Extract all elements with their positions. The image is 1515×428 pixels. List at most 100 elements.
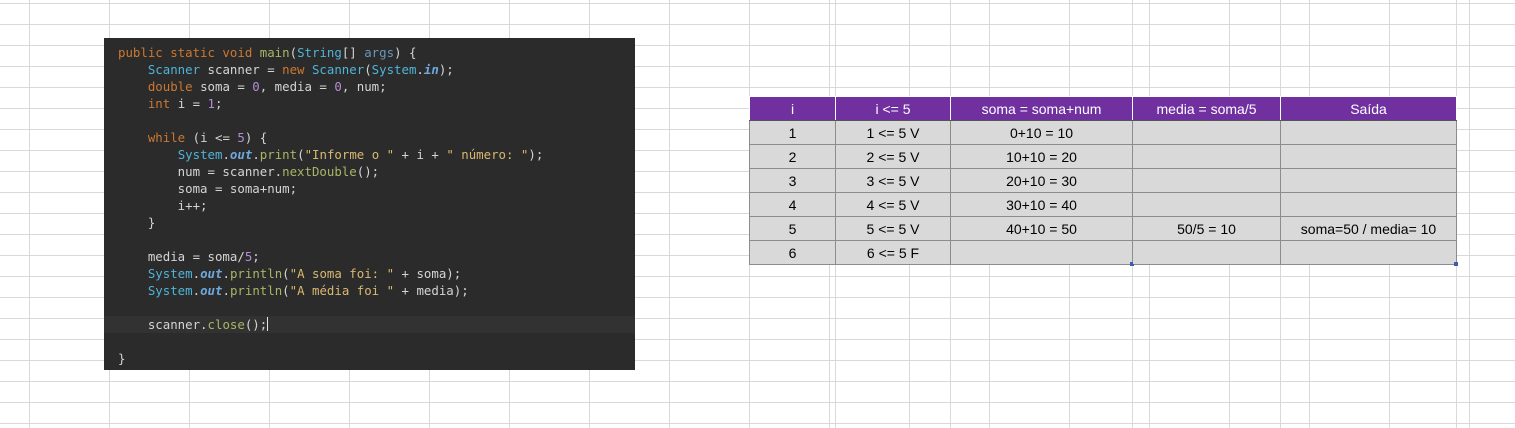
code-token: 0 [334,79,342,94]
code-token: ( [282,283,290,298]
code-token: int [147,96,178,111]
code-line: media = soma/5; [104,248,635,265]
header-cell-media[interactable]: media = soma/5 [1132,96,1281,121]
code-token: ( [289,45,298,60]
code-token: . [222,283,230,298]
cell-condition[interactable]: 1 <= 5 V [835,120,951,145]
cell-soma[interactable]: 10+10 = 20 [950,144,1133,169]
code-line: System.out.println("A soma foi: " + soma… [104,265,635,282]
cell-saida[interactable] [1280,120,1457,145]
code-token: . [222,266,230,281]
code-token: } [118,351,126,366]
cell-saida[interactable] [1280,144,1457,169]
code-token: 0 [252,79,260,94]
code-token: ( [282,266,290,281]
code-token: i = [177,96,208,111]
header-cell-soma[interactable]: soma = soma+num [950,96,1133,121]
code-token: soma = [200,79,253,94]
code-token: out [200,283,223,298]
code-token: . [192,283,201,298]
cell-media[interactable] [1132,144,1281,169]
text-caret [267,317,269,331]
table-row: 55 <= 5 V 40+10 = 50 50/5 = 10 soma=50 / me… [749,216,1457,241]
cell-i[interactable]: 4 [749,192,836,217]
cell-i[interactable]: 1 [749,120,836,145]
header-row: i i <= 5 soma = soma+num media = soma/5 … [749,96,1457,121]
code-line: scanner.close(); [104,316,635,333]
code-token: "Informe o " [304,147,395,162]
cell-i[interactable]: 2 [749,144,836,169]
code-token: "A média foi " [289,283,395,298]
cell-i[interactable]: 3 [749,168,836,193]
cell-saida[interactable] [1280,240,1458,266]
code-token: in [423,62,439,77]
code-token: println [229,266,283,281]
code-line: soma = soma+num; [104,180,635,197]
code-token: new [282,62,312,77]
code-token: . [252,147,260,162]
header-cell-i[interactable]: i [749,96,836,121]
code-token: args [364,45,395,60]
code-token: ; [215,96,223,111]
cell-condition[interactable]: 5 <= 5 V [835,216,951,241]
cell-soma[interactable] [950,240,1134,266]
code-token: ) { [244,130,268,145]
code-token: print [259,147,298,162]
code-token: 1 [207,96,215,111]
code-line: System.out.println("A média foi " + medi… [104,282,635,299]
code-token: , num; [341,79,387,94]
code-image: public static void main(String[] args) {… [104,38,635,370]
code-token: media = soma/ [118,249,245,264]
cell-soma[interactable]: 0+10 = 10 [950,120,1133,145]
cell-media[interactable] [1132,168,1281,193]
cell-condition[interactable]: 2 <= 5 V [835,144,951,169]
code-token: out [229,147,253,162]
code-token: i++; [118,198,208,213]
code-token: " número: " [446,147,529,162]
code-token: . [416,62,424,77]
code-token: . [222,147,230,162]
cell-media[interactable] [1132,192,1281,217]
code-token: ( [297,147,305,162]
cell-i[interactable]: 6 [749,240,836,265]
code-token: ( [364,62,372,77]
cell-media[interactable] [1132,240,1281,265]
cell-saida[interactable] [1280,168,1457,193]
cell-condition[interactable]: 6 <= 5 F [835,240,951,265]
code-token: ; [252,249,260,264]
code-token: Scanner [147,62,201,77]
code-token: System [147,283,193,298]
cell-i[interactable]: 5 [749,216,836,241]
header-cell-saida[interactable]: Saída [1280,96,1457,121]
cell-soma[interactable]: 40+10 = 50 [950,216,1133,241]
cell-condition[interactable]: 3 <= 5 V [835,168,951,193]
cell-media[interactable]: 50/5 = 10 [1132,216,1281,241]
cell-soma[interactable]: 20+10 = 30 [950,168,1133,193]
table-row: 66 <= 5 F [749,240,1458,266]
code-token: (); [244,317,268,332]
table-row: 33 <= 5 V 20+10 = 30 [749,168,1457,193]
cell-condition[interactable]: 4 <= 5 V [835,192,951,217]
header-cell-condition[interactable]: i <= 5 [835,96,951,121]
code-token: println [229,283,283,298]
code-token: "A soma foi: " [289,266,395,281]
cell-media[interactable] [1132,120,1281,145]
code-token: [] [341,45,365,60]
code-token: System [177,147,223,162]
code-token: System [147,266,193,281]
code-line: public static void main(String[] args) { [104,44,635,61]
code-token: num = scanner. [118,164,283,179]
code-line: } [104,214,635,231]
code-token: ); [438,62,454,77]
cell-soma[interactable]: 30+10 = 40 [950,192,1133,217]
code-token: + media); [394,283,469,298]
code-line: } [104,350,635,367]
cell-saida[interactable] [1280,192,1457,217]
fill-handle[interactable] [1454,262,1458,266]
code-token: } [118,215,156,230]
cell-saida[interactable]: soma=50 / media= 10 [1280,216,1457,241]
